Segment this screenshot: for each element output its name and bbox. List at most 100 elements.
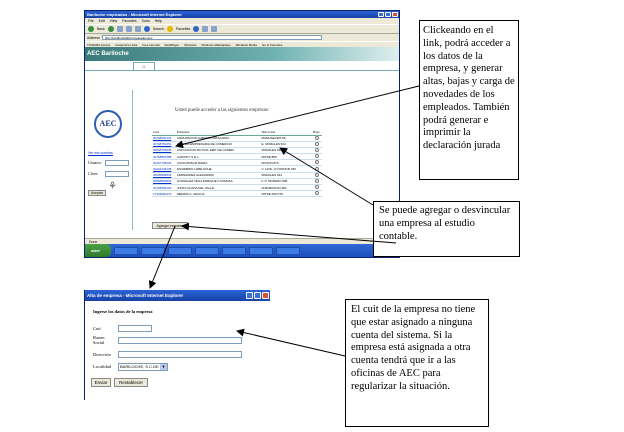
companies-table-body: 30708092134 AGRUPACION ALBERTO PATAGONIA M… <box>152 135 322 198</box>
close-button[interactable] <box>262 292 269 299</box>
accept-button[interactable]: Aceptar <box>88 190 106 196</box>
maximize-button[interactable] <box>385 12 391 17</box>
baja-radio[interactable] <box>315 178 319 183</box>
localidad-value: BARILOCHE, S.C.DE <box>120 364 159 369</box>
taskbar-item[interactable] <box>222 246 246 255</box>
back-label[interactable]: Back <box>97 27 105 31</box>
razon-social-input[interactable] <box>118 337 242 344</box>
taskbar-item[interactable] <box>276 246 300 255</box>
direccion-label: Dirección <box>93 352 111 357</box>
home-tab[interactable]: ⌂ <box>133 62 155 71</box>
password-label: Clave: <box>88 171 99 176</box>
cuit-input[interactable] <box>118 325 152 332</box>
minimize-button[interactable] <box>378 12 384 17</box>
baja-radio[interactable] <box>315 154 319 159</box>
back-arrow-icon[interactable] <box>88 26 94 32</box>
baja-radio[interactable] <box>315 191 319 196</box>
address-input[interactable]: http://localhost/AEC/empleados.asp <box>101 35 322 40</box>
baja-radio[interactable] <box>315 185 319 190</box>
user-label: Usuario: <box>88 160 102 165</box>
baja-cell <box>312 190 322 198</box>
chevron-down-icon[interactable]: ▼ <box>160 364 167 370</box>
submit-button[interactable]: Enviar <box>91 378 111 387</box>
company-address: MITRE 660 PTA <box>260 190 312 198</box>
stop-icon[interactable] <box>116 26 123 32</box>
menu-help[interactable]: Help <box>155 18 162 24</box>
media-icon[interactable] <box>193 26 200 32</box>
password-input[interactable] <box>105 171 129 177</box>
taskbar: start <box>85 244 399 257</box>
search-label[interactable]: Search <box>153 27 164 31</box>
refresh-icon[interactable] <box>125 26 132 32</box>
localidad-select[interactable]: BARILOCHE, S.C.DE ▼ <box>118 363 168 371</box>
baja-radio[interactable] <box>315 135 319 140</box>
link-item[interactable]: Free Hotmail <box>142 43 159 47</box>
baja-radio[interactable] <box>315 166 319 171</box>
razon-social-label: Razon Social <box>93 335 105 345</box>
taskbar-item[interactable] <box>168 246 192 255</box>
key-icon: ⚘ <box>108 181 117 192</box>
aec-logo: AEC <box>94 110 122 138</box>
browser-toolbar: Back Search Favorites <box>85 24 399 34</box>
start-button[interactable]: start <box>85 244 111 257</box>
link-item[interactable]: Windows <box>184 43 196 47</box>
company-cuit-link[interactable]: 27334860476 <box>152 190 176 198</box>
my-accounts-link[interactable]: Ver mis cuentas <box>88 151 113 155</box>
favorites-label[interactable]: Favorites <box>176 27 190 31</box>
popup-titlebar: Alta de empresa - Microsoft Internet Exp… <box>85 290 270 301</box>
taskbar-item[interactable] <box>114 246 138 255</box>
user-input[interactable] <box>105 160 129 166</box>
direccion-input[interactable] <box>118 351 242 358</box>
app-header: AEC Bariloche <box>85 47 399 61</box>
callout-add-company: Se puede agregar o desvincular una empre… <box>373 201 520 257</box>
taskbar-item[interactable] <box>141 246 165 255</box>
popup-title: Alta de empresa - Microsoft Internet Exp… <box>87 293 184 298</box>
link-item[interactable]: Customize Links <box>115 43 137 47</box>
localidad-label: Localidad <box>93 364 111 369</box>
callout-company-link: Clickeando en el link, podrá acceder a l… <box>419 20 519 180</box>
link-item[interactable]: Windows Media <box>236 43 257 47</box>
add-company-window: Alta de empresa - Microsoft Internet Exp… <box>84 290 270 400</box>
window-titlebar: Bariloche empleados - Microsoft Internet… <box>85 11 399 18</box>
menu-view[interactable]: View <box>110 18 118 24</box>
content-title: Usted puede acceder a las siguientes emp… <box>175 108 270 113</box>
baja-radio[interactable] <box>315 160 319 165</box>
address-bar: Address http://localhost/AEC/empleados.a… <box>85 34 399 41</box>
address-label: Address <box>87 35 100 40</box>
baja-radio[interactable] <box>315 141 319 146</box>
close-button[interactable] <box>392 12 398 17</box>
taskbar-item[interactable] <box>195 246 219 255</box>
baja-radio[interactable] <box>315 172 319 177</box>
maximize-button[interactable] <box>254 292 261 299</box>
browser-window: Bariloche empleados - Microsoft Internet… <box>84 10 400 258</box>
link-item[interactable]: TOSHIBA Access <box>87 43 110 47</box>
link-item[interactable]: Windows Marketplace <box>201 43 230 47</box>
menu-tools[interactable]: Tools <box>142 18 150 24</box>
add-company-button[interactable]: Agregar empresa <box>152 222 188 229</box>
search-icon[interactable] <box>143 26 150 32</box>
minimize-button[interactable] <box>246 292 253 299</box>
menu-favorites[interactable]: Favorites <box>122 18 136 24</box>
forward-arrow-icon[interactable] <box>107 26 114 32</box>
reset-button[interactable]: Restablecer <box>114 378 148 387</box>
print-icon[interactable] <box>211 26 218 32</box>
company-name: MEDRIS A. CECILIA <box>176 190 261 198</box>
companies-table: Cuit Empresa Direccion Baja 30708092134 A… <box>152 130 322 198</box>
window-title: Bariloche empleados - Microsoft Internet… <box>87 12 182 17</box>
popup-window-controls <box>246 292 269 299</box>
favorites-star-icon[interactable] <box>166 26 173 32</box>
link-item[interactable]: RealPlayer <box>164 43 179 47</box>
menu-edit[interactable]: Edit <box>99 18 105 24</box>
callout-cuit: El cuit de la empresa no tiene que estar… <box>345 299 489 427</box>
taskbar-item[interactable] <box>249 246 273 255</box>
mail-icon[interactable] <box>202 26 209 32</box>
cuit-label: Cuit <box>93 326 101 331</box>
link-item[interactable]: Go to Favorites <box>262 43 283 47</box>
window-controls <box>378 12 398 17</box>
table-row: 27334860476 MEDRIS A. CECILIA MITRE 660 PT… <box>152 190 322 198</box>
baja-radio[interactable] <box>315 147 319 152</box>
app-tab-row: ⌂ <box>85 61 399 71</box>
menu-file[interactable]: File <box>88 18 94 24</box>
home-icon[interactable] <box>134 26 141 32</box>
form-heading: Ingrese los datos de la empresa <box>93 309 153 314</box>
